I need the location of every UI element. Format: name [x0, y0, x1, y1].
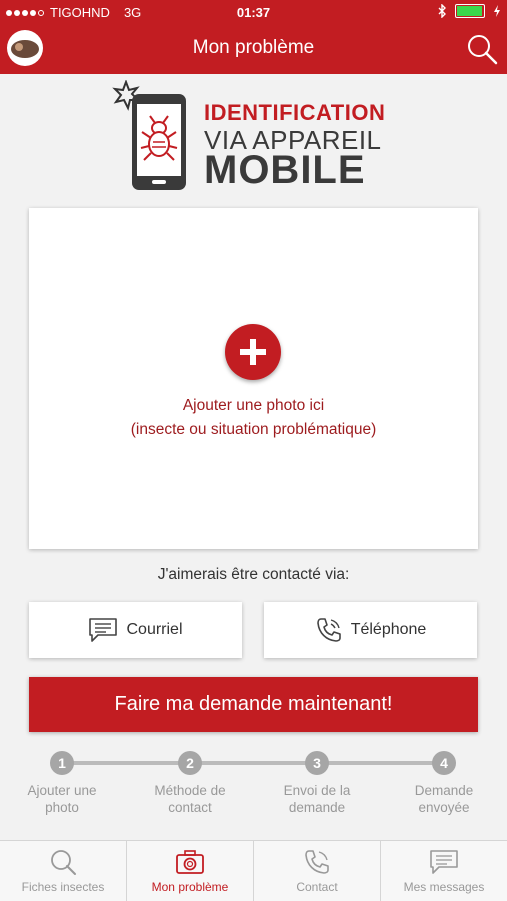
tab-mon-probleme[interactable]: Mon problème	[127, 841, 254, 901]
app-logo: IDENTIFICATION VIA APPAREIL MOBILE	[112, 80, 392, 196]
step-1-label-line-1: Ajouter une	[27, 783, 97, 798]
step-3-indicator: 3	[305, 751, 329, 775]
phone-icon	[316, 618, 341, 642]
charging-icon	[494, 5, 500, 17]
add-photo-text: Ajouter une photo ici (insecte ou situat…	[29, 394, 478, 442]
page-title: Mon problème	[192, 37, 315, 58]
bluetooth-icon	[438, 4, 446, 18]
add-photo-button[interactable]	[225, 324, 281, 380]
tab-label: Fiches insectes	[21, 880, 105, 894]
logo-line-3: MOBILE	[204, 148, 366, 192]
tab-label: Mon problème	[151, 880, 229, 894]
contact-prompt: J'aimerais être contacté via:	[157, 566, 350, 583]
email-contact-button[interactable]: Courriel	[29, 602, 242, 658]
status-time: 01:37	[236, 5, 271, 20]
logo-line-1: IDENTIFICATION	[204, 100, 386, 125]
tab-mes-messages[interactable]: Mes messages	[381, 841, 507, 901]
step-4-label-line-2: envoyée	[418, 800, 470, 815]
tab-label: Contact	[296, 880, 338, 894]
status-right	[437, 4, 501, 18]
step-3-label-line-2: demande	[288, 800, 346, 815]
message-icon	[430, 850, 458, 874]
step-4-label-line-1: Demande	[414, 783, 474, 798]
phone-contact-button[interactable]: Téléphone	[264, 602, 477, 658]
add-photo-area[interactable]: Ajouter une photo ici (insecte ou situat…	[29, 208, 478, 549]
header-bar: Mon problème	[0, 24, 507, 74]
message-icon	[89, 618, 118, 642]
status-bar: TIGOHND 3G 01:37	[0, 0, 507, 24]
phone-icon	[305, 850, 329, 874]
submit-request-button[interactable]: Faire ma demande maintenant!	[29, 677, 478, 732]
tab-bar: Fiches insectes Mon problème Contact Mes…	[0, 840, 507, 901]
step-1-label-line-2: photo	[45, 800, 79, 815]
step-3-label-line-1: Envoi de la	[283, 783, 351, 798]
search-icon	[51, 850, 76, 875]
email-contact-label: Courriel	[126, 621, 183, 638]
step-4-indicator: 4	[432, 751, 456, 775]
tab-fiches-insectes[interactable]: Fiches insectes	[0, 841, 127, 901]
step-3-label: Envoi de la demande	[262, 782, 372, 816]
tab-contact[interactable]: Contact	[254, 841, 381, 901]
add-photo-hint: (insecte ou situation problématique)	[130, 421, 377, 438]
search-icon[interactable]	[465, 32, 499, 66]
progress-line	[62, 761, 444, 765]
tab-label: Mes messages	[403, 880, 485, 894]
phone-bug-icon	[112, 80, 186, 190]
step-1-label: Ajouter une photo	[7, 782, 117, 816]
camera-icon	[176, 850, 204, 874]
step-2-label-line-2: contact	[168, 800, 212, 815]
step-1-indicator: 1	[50, 751, 74, 775]
phone-contact-label: Téléphone	[350, 621, 427, 638]
step-4-label: Demande envoyée	[389, 782, 499, 816]
battery-icon	[455, 4, 485, 18]
step-2-label: Méthode de contact	[135, 782, 245, 816]
step-2-label-line-1: Méthode de	[154, 783, 226, 798]
step-2-indicator: 2	[178, 751, 202, 775]
add-photo-label: Ajouter une photo ici	[182, 397, 325, 414]
